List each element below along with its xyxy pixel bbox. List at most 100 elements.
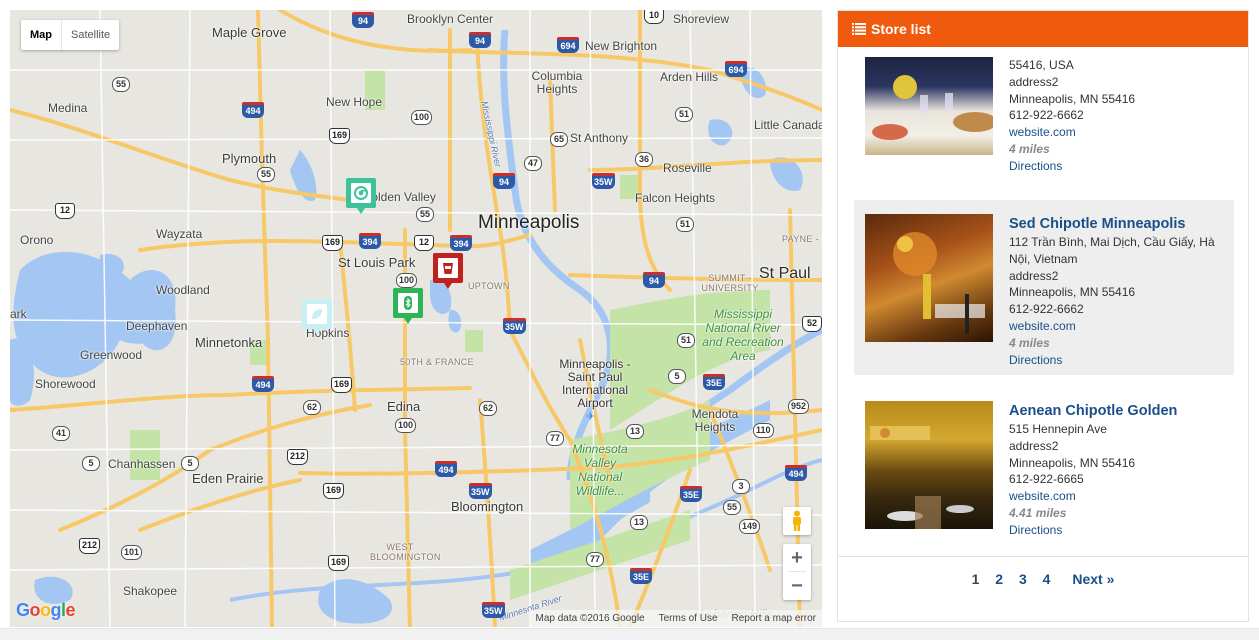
store-website-link[interactable]: website.com (1009, 488, 1177, 505)
zoom-out-button[interactable]: − (783, 572, 811, 600)
map-label-maple-grove: Maple Grove (212, 25, 287, 40)
state-55-shield: 55 (723, 500, 741, 515)
store-distance: 4 miles (1009, 141, 1050, 156)
next-page-link[interactable]: Next » (1072, 571, 1114, 587)
map-label-edina: Edina (387, 399, 421, 414)
store-locator-page: Maple Grove Brooklyn Center Shoreview Ne… (0, 0, 1259, 640)
store-photo (865, 214, 993, 342)
interstate-394-shield: 394 (450, 235, 472, 251)
map-label-uptown: UPTOWN (468, 281, 510, 291)
state-149-shield: 149 (739, 519, 761, 534)
store-directions-link[interactable]: Directions (1009, 158, 1135, 175)
state-41-shield: 41 (52, 426, 70, 441)
interstate-494-shield: 494 (435, 461, 457, 477)
map-label-msp-airport: Minneapolis -Saint Paul International Ai… (559, 357, 631, 410)
map-label-orono: Orono (20, 233, 54, 247)
us-212-shield: 212 (79, 538, 101, 554)
interstate-35e-shield: 35E (630, 568, 652, 584)
store-address2: address2 (1009, 268, 1059, 283)
map-label-west-bloomington: WEST BLOOMINGTON (370, 542, 441, 562)
map-label-wayzata: Wayzata (156, 227, 203, 241)
interstate-35w-shield: 35W (503, 318, 526, 334)
chrome-icon (351, 183, 371, 203)
interstate-35w-shield: 35W (482, 602, 505, 618)
map-marker-cup[interactable] (433, 253, 463, 289)
map-label-lake-park: ark (10, 307, 27, 321)
state-62-shield: 62 (303, 400, 321, 415)
map-label-new-brighton: New Brighton (585, 39, 658, 53)
store-city: Minneapolis, MN 55416 (1009, 455, 1136, 470)
map-type-satellite-button[interactable]: Satellite (62, 20, 119, 50)
store-directions-link[interactable]: Directions (1009, 522, 1177, 539)
interstate-694-shield: 694 (557, 37, 579, 53)
us-169-shield: 169 (328, 555, 350, 571)
map-label-bloomington: Bloomington (451, 499, 524, 514)
store-list-header: Store list (838, 11, 1248, 47)
store-website-link[interactable]: website.com (1009, 318, 1224, 335)
store-item[interactable]: Sed Chipotle Minneapolis 112 Trần Bình, … (854, 200, 1234, 375)
us-169-shield: 169 (331, 377, 353, 393)
state-62-shield: 62 (479, 401, 497, 416)
interstate-94-shield: 94 (493, 173, 515, 189)
zoom-in-button[interactable]: + (783, 544, 811, 572)
report-map-error-link[interactable]: Report a map error (732, 613, 816, 624)
map-label-summit-university: SUMMIT - UNIVERSITY (701, 273, 759, 293)
terms-of-use-link[interactable]: Terms of Use (659, 613, 718, 624)
map-label-mendota-heights: Mendota Heights (691, 407, 739, 434)
store-address: 55416, USA (1009, 58, 1074, 72)
us-12-shield: 12 (55, 203, 75, 219)
state-5-shield: 5 (82, 456, 100, 471)
page-1-current: 1 (971, 571, 980, 587)
street-view-pegman[interactable] (783, 507, 811, 535)
map-label-columbia-heights: Columbia Heights (531, 69, 583, 96)
state-101-shield: 101 (121, 545, 143, 560)
map-type-map-button[interactable]: Map (21, 20, 62, 50)
interstate-94-shield: 94 (352, 12, 374, 28)
map-label-shakopee: Shakopee (123, 584, 178, 598)
map-marker-leaf[interactable] (302, 299, 332, 335)
list-icon (852, 23, 866, 35)
page-3-link[interactable]: 3 (1019, 571, 1027, 587)
state-13-shield: 13 (630, 515, 648, 530)
map-label-new-hope: New Hope (326, 95, 383, 109)
store-phone: 612-922-6662 (1009, 108, 1084, 123)
us-169-shield: 169 (329, 128, 351, 144)
us-169-shield: 169 (323, 483, 345, 499)
store-address: 515 Hennepin Ave (1009, 422, 1107, 436)
pegman-icon (793, 510, 801, 531)
store-info: Sed Chipotle Minneapolis 112 Trần Bình, … (1009, 214, 1224, 375)
map-marker-chrome[interactable] (346, 178, 376, 214)
bluetooth-icon (398, 293, 418, 313)
page-4-link[interactable]: 4 (1043, 571, 1051, 587)
state-51-shield: 51 (677, 333, 695, 348)
map-label-little-canada: Little Canada (754, 118, 822, 132)
store-info: Aenean Chipotle Golden 515 Hennepin Ave … (1009, 401, 1177, 539)
map-label-brooklyn-center: Brooklyn Center (407, 12, 494, 26)
store-phone: 612-922-6665 (1009, 472, 1084, 487)
map-label-medina: Medina (48, 101, 88, 115)
google-logo[interactable]: Google (16, 600, 76, 621)
store-website-link[interactable]: website.com (1009, 124, 1135, 141)
map-label-mississippi-park: Mississippi National River and Recreatio… (702, 307, 784, 363)
store-list[interactable]: 55416, USA address2 Minneapolis, MN 5541… (838, 47, 1248, 557)
map-canvas[interactable]: Maple Grove Brooklyn Center Shoreview Ne… (10, 10, 822, 627)
map-label-eden-prairie: Eden Prairie (192, 471, 264, 486)
map-label-payne-phalen: PAYNE - PHA (782, 234, 822, 244)
store-directions-link[interactable]: Directions (1009, 352, 1224, 369)
map-marker-bluetooth[interactable] (393, 288, 423, 324)
store-list-title: Store list (871, 21, 931, 37)
store-item[interactable]: Aenean Chipotle Golden 515 Hennepin Ave … (854, 401, 1234, 539)
interstate-694-shield: 694 (725, 61, 747, 77)
state-55-shield: 55 (112, 77, 130, 92)
store-item[interactable]: 55416, USA address2 Minneapolis, MN 5541… (854, 57, 1234, 175)
us-212-shield: 212 (287, 449, 309, 465)
state-47-shield: 47 (524, 156, 542, 171)
store-name-link[interactable]: Sed Chipotle Minneapolis (1009, 214, 1224, 234)
store-distance: 4 miles (1009, 335, 1050, 350)
map-label-chanhassen: Chanhassen (108, 457, 176, 471)
map-label-greenwood: Greenwood (80, 348, 143, 362)
store-name-link[interactable]: Aenean Chipotle Golden (1009, 401, 1177, 421)
interstate-494-shield: 494 (252, 376, 274, 392)
page-2-link[interactable]: 2 (995, 571, 1003, 587)
map-label-shoreview: Shoreview (673, 12, 730, 26)
